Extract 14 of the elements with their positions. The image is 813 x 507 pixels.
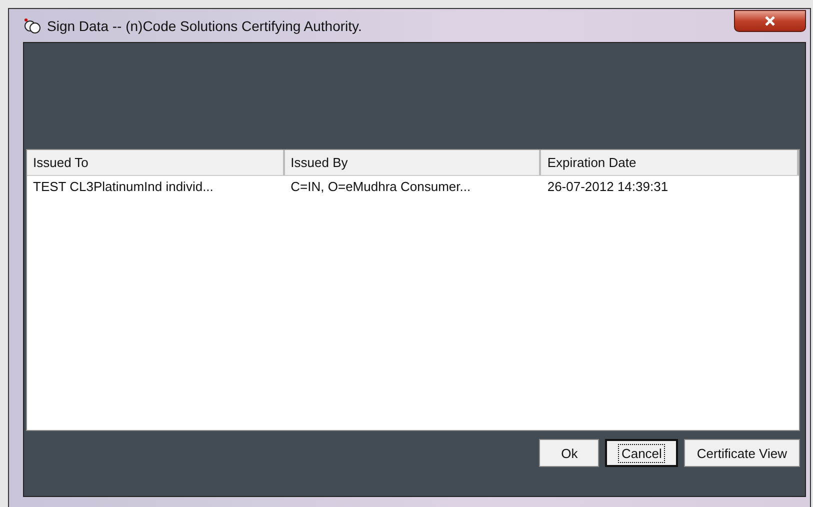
column-header[interactable]: Expiration Date	[541, 150, 800, 175]
certificate-icon	[23, 18, 41, 34]
table-cell[interactable]: TEST CL3PlatinumInd individ...	[27, 178, 285, 194]
table-row[interactable]: TEST CL3PlatinumInd individ... C=IN, O=eMudhra Consumer... 26-07-2012 14:39:31	[27, 176, 799, 196]
close-button[interactable]	[734, 10, 806, 32]
dialog-button[interactable]: Certificate View	[684, 439, 800, 467]
column-header[interactable]: Issued To	[27, 150, 285, 175]
window-title: Sign Data -- (n)Code Solutions Certifying Authority.	[47, 18, 363, 34]
dialog-button[interactable]: Cancel	[605, 439, 678, 467]
dialog-button[interactable]: Ok	[539, 439, 600, 467]
table-cell[interactable]: 26-07-2012 14:39:31	[541, 178, 800, 194]
table-cell[interactable]: C=IN, O=eMudhra Consumer...	[284, 178, 542, 194]
column-header[interactable]: Issued By	[284, 150, 542, 175]
close-icon	[764, 16, 776, 26]
